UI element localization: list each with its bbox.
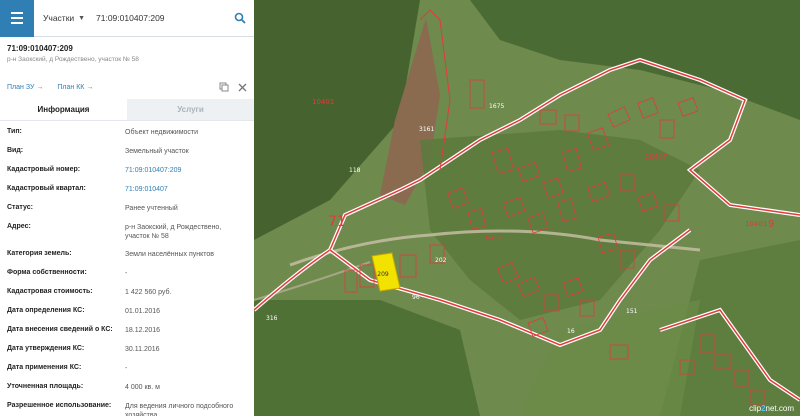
search-bar: Участки ▼ xyxy=(0,0,254,37)
info-row-area: Уточненная площадь: 4 000 кв. м xyxy=(7,383,160,391)
info-row-ks-date: Дата определения КС: 01.01.2016 xyxy=(7,307,161,315)
info-row-land-category: Категория земель: Земли населённых пункт… xyxy=(7,250,215,258)
info-row-ks-apply-date: Дата применения КС: - xyxy=(7,364,128,372)
info-row-cad-value: Кадастровая стоимость: 1 422 560 руб. xyxy=(7,288,172,296)
parcel-label: 316 xyxy=(266,315,278,322)
search-input[interactable] xyxy=(96,0,226,37)
info-row-kind: Вид: Земельный участок xyxy=(7,147,189,155)
quarter-label: 10407 xyxy=(645,153,667,161)
info-row-ks-entry-date: Дата внесения сведений о КС: 18.12.2016 xyxy=(7,326,161,334)
close-icon[interactable] xyxy=(238,83,247,92)
district-label: 9 xyxy=(768,219,774,230)
arrow-right-icon: → xyxy=(36,83,44,91)
quarter-label: 10407 xyxy=(481,234,503,242)
parcel-label: 3161 xyxy=(419,126,434,133)
quarter-label: 10401 xyxy=(312,98,334,106)
info-table: Тип: Объект недвижимости Вид: Земельный … xyxy=(0,121,254,416)
parcel-label: 118 xyxy=(349,167,361,174)
search-button[interactable] xyxy=(226,0,254,37)
cad-number-link[interactable]: 71:09:010407:209 xyxy=(125,163,247,175)
selected-parcel-label: 209 xyxy=(377,271,389,278)
info-row-status: Статус: Ранее учтенный xyxy=(7,204,178,212)
copy-icon[interactable] xyxy=(219,82,229,92)
plan-kk-link[interactable]: План КК → xyxy=(57,84,93,91)
info-panel: 71:09:010407:209 р-н Заокский, д Рождест… xyxy=(0,37,254,416)
parcel-label: 1675 xyxy=(489,103,504,110)
tab-information[interactable]: Информация xyxy=(0,99,127,120)
panel-tabs: Информация Услуги xyxy=(0,99,254,121)
tab-services[interactable]: Услуги xyxy=(127,99,254,120)
search-type-dropdown[interactable]: Участки ▼ xyxy=(34,13,96,23)
info-row-permitted-use: Разрешенное использование: Для ведения л… xyxy=(7,402,234,416)
search-type-label: Участки xyxy=(43,13,75,23)
district-label: 71 xyxy=(328,214,346,230)
info-row-type: Тип: Объект недвижимости xyxy=(7,128,199,136)
quarter-label: 10401 xyxy=(745,220,767,228)
plan-links: План ЗУ → План КК → xyxy=(0,63,254,97)
cad-quarter-link[interactable]: 71:09:010407 xyxy=(125,182,247,194)
hamburger-icon xyxy=(11,12,23,14)
info-row-ks-approval-date: Дата утверждения КС: 30.11.2016 xyxy=(7,345,160,353)
object-title: 71:09:010407:209 xyxy=(7,44,73,53)
object-subtitle: р-н Заокский, д Рождествено, участок № 5… xyxy=(7,56,139,63)
parcel-label: 151 xyxy=(626,308,638,315)
chevron-down-icon: ▼ xyxy=(78,14,86,22)
info-row-ownership: Форма собственности: - xyxy=(7,269,128,277)
parcel-label: 96 xyxy=(412,294,420,301)
watermark-logo: clip2net.com xyxy=(749,404,794,413)
search-icon xyxy=(234,12,246,24)
parcel-label: 202 xyxy=(435,257,447,264)
arrow-right-icon: → xyxy=(86,83,94,91)
parcel-label: 16 xyxy=(567,328,575,335)
info-row-address: Адрес: р-н Заокский, д Рождествено, учас… xyxy=(7,223,222,240)
plan-zu-link[interactable]: План ЗУ → xyxy=(7,84,43,91)
info-row-cad-number: Кадастровый номер: 71:09:010407:209 xyxy=(0,163,254,182)
menu-button[interactable] xyxy=(0,0,34,37)
info-row-cad-quarter: Кадастровый квартал: 71:09:010407 xyxy=(0,182,254,201)
